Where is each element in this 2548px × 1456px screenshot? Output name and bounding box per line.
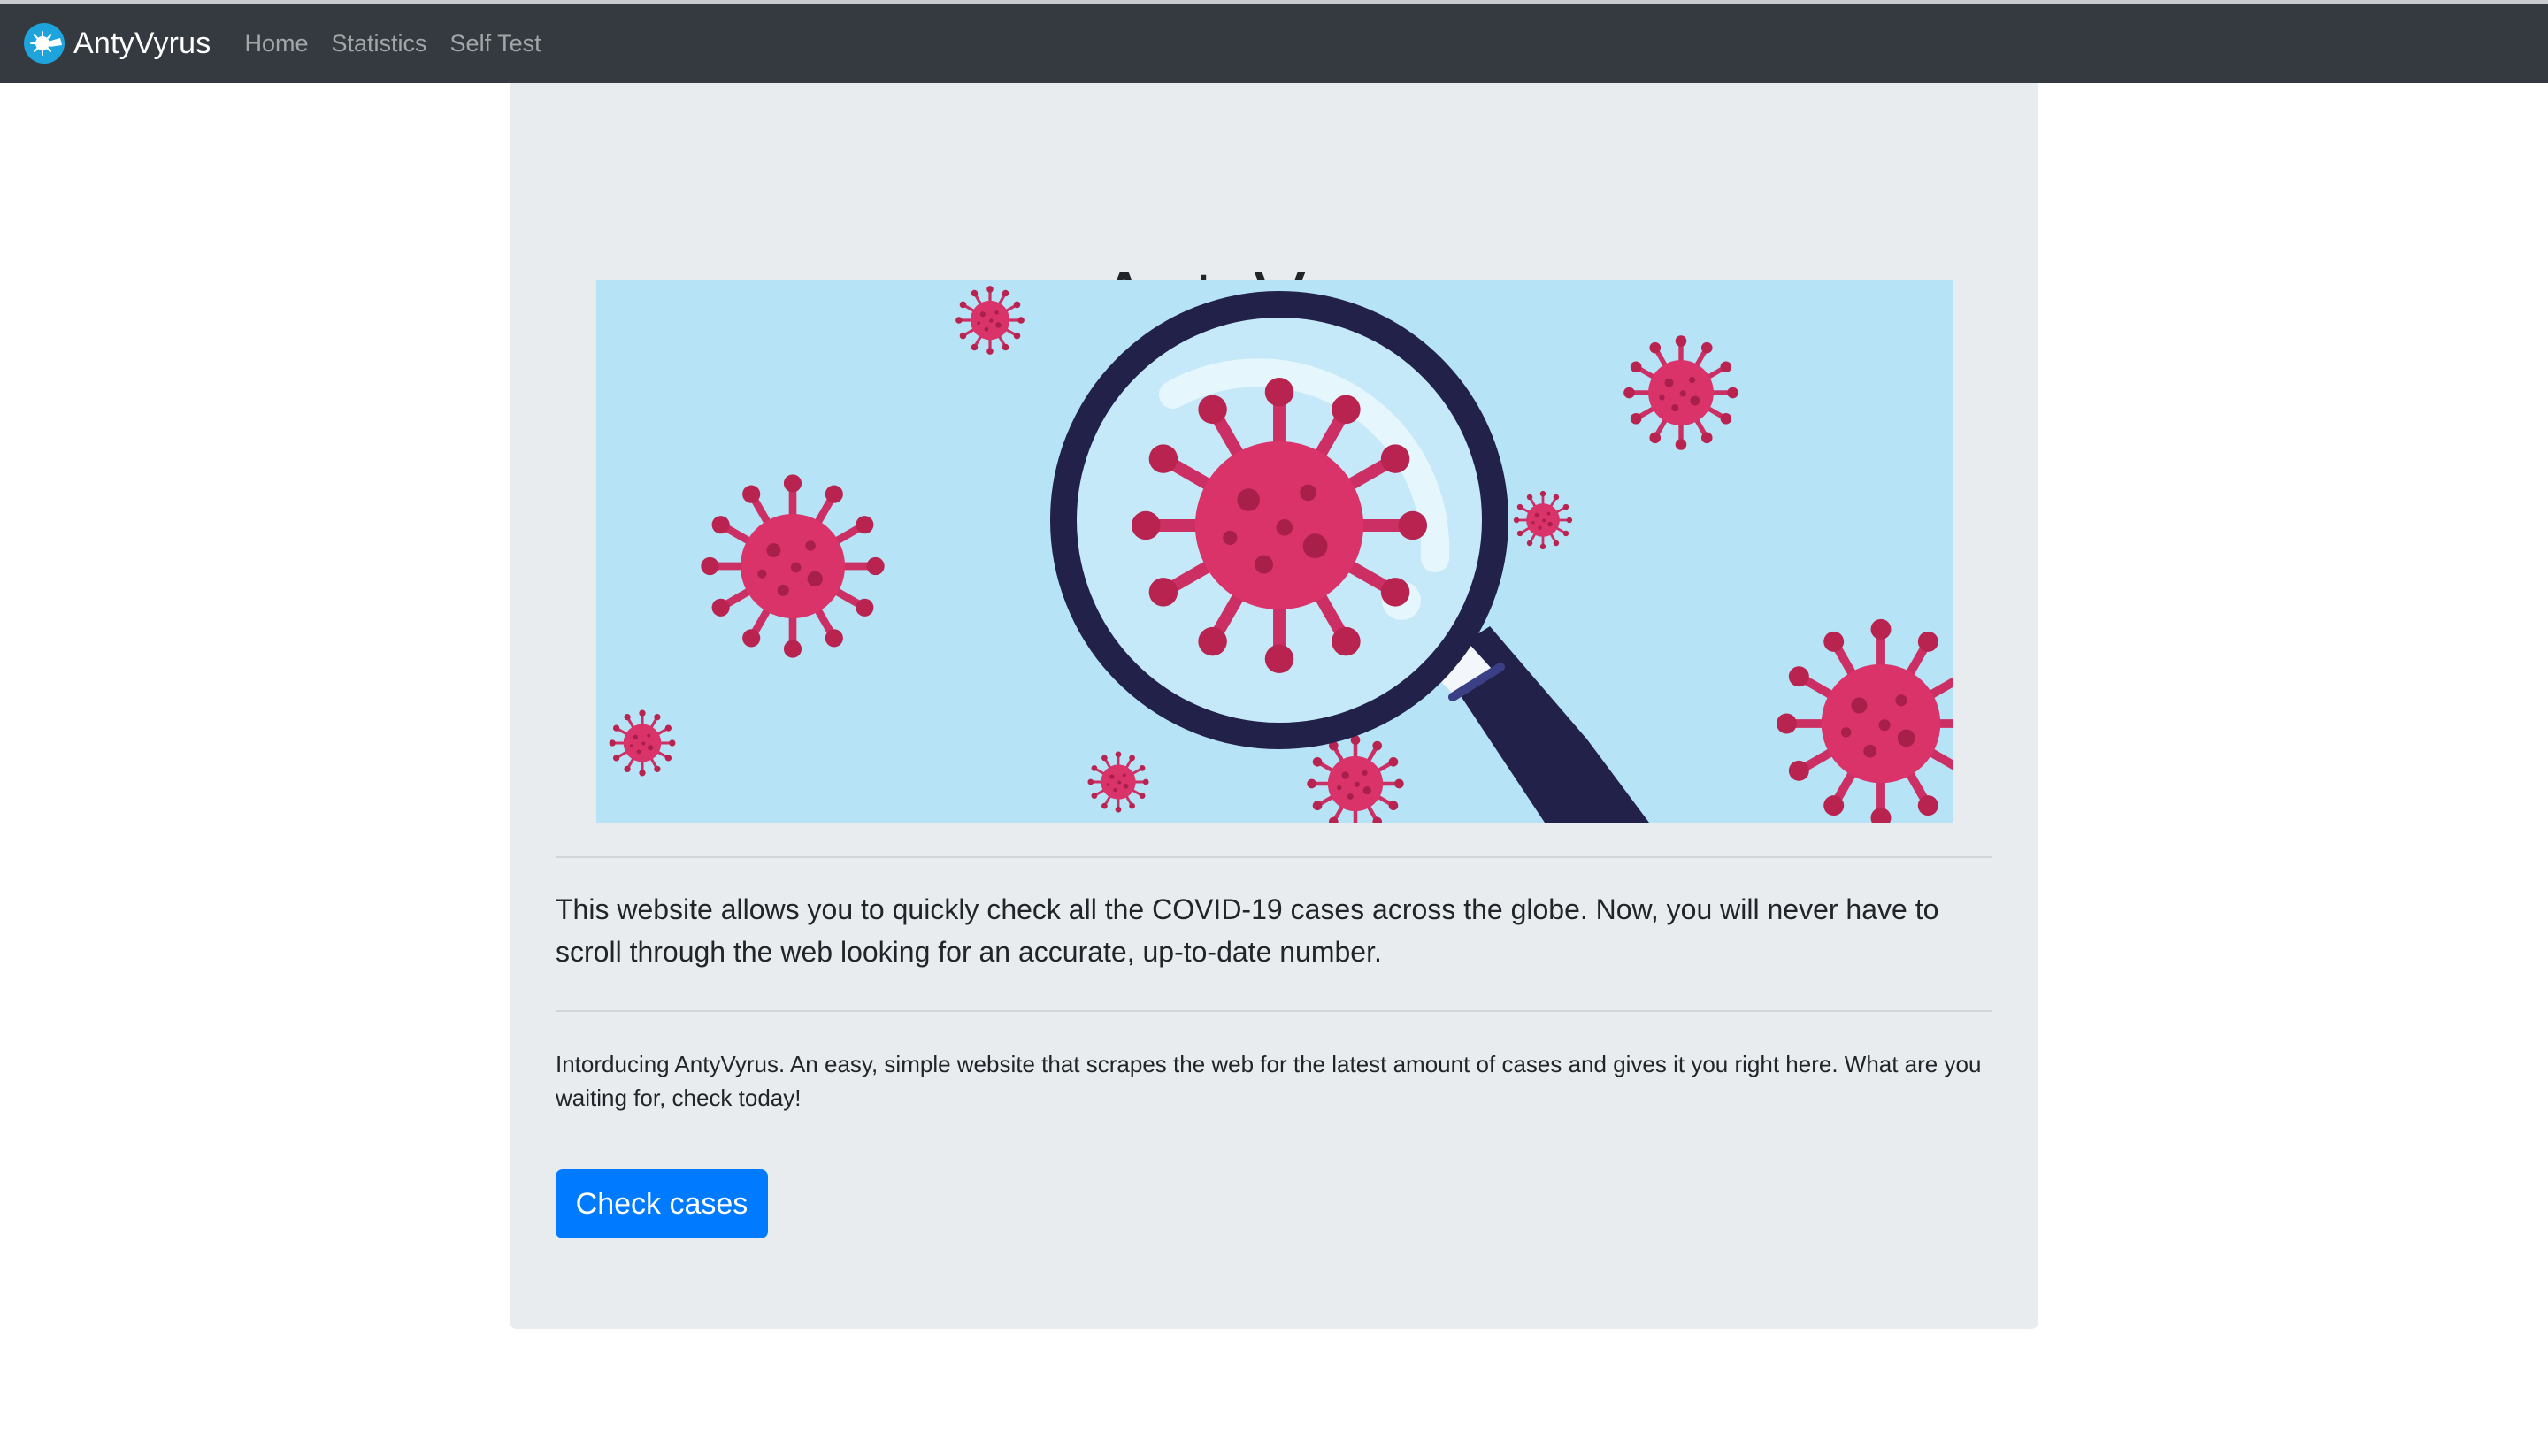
navbar: AntyVyrus Home Statistics Self Test	[0, 4, 2548, 83]
divider	[556, 1010, 1992, 1012]
lead-paragraph: This website allows you to quickly check…	[556, 893, 1939, 968]
description-paragraph: Intorducing AntyVyrus. An easy, simple w…	[556, 1051, 1982, 1111]
navbar-brand[interactable]: AntyVyrus	[23, 22, 211, 65]
check-cases-button[interactable]: Check cases	[556, 1169, 768, 1238]
jumbotron: AntyVyrus	[510, 83, 2038, 1329]
brand-logo-icon	[24, 23, 65, 64]
divider	[556, 856, 1992, 858]
nav-link-self-test[interactable]: Self Test	[450, 30, 541, 57]
brand-name: AntyVyrus	[73, 26, 211, 60]
nav-link-statistics[interactable]: Statistics	[332, 30, 427, 57]
hero-image	[596, 280, 1953, 823]
nav-link-home[interactable]: Home	[244, 30, 308, 57]
